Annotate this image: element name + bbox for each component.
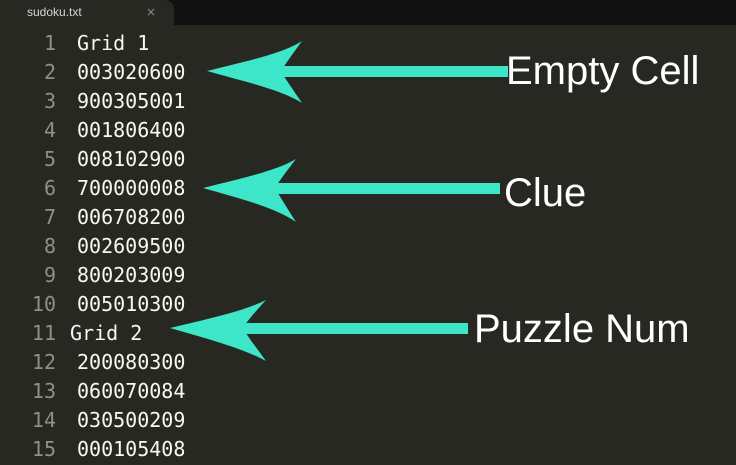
clue-annotation: Clue (504, 171, 587, 215)
puzzle-num-annotation: Puzzle Num (474, 307, 690, 351)
editor-window: sudoku.txt × 1 Grid 1 2 003020600 3 9003… (0, 0, 736, 465)
empty-cell-annotation: Empty Cell (506, 49, 700, 93)
clue-arrow-shaft (262, 183, 500, 194)
puzzle-num-arrow-shaft (225, 323, 468, 334)
empty-cell-arrow-shaft (262, 66, 508, 77)
